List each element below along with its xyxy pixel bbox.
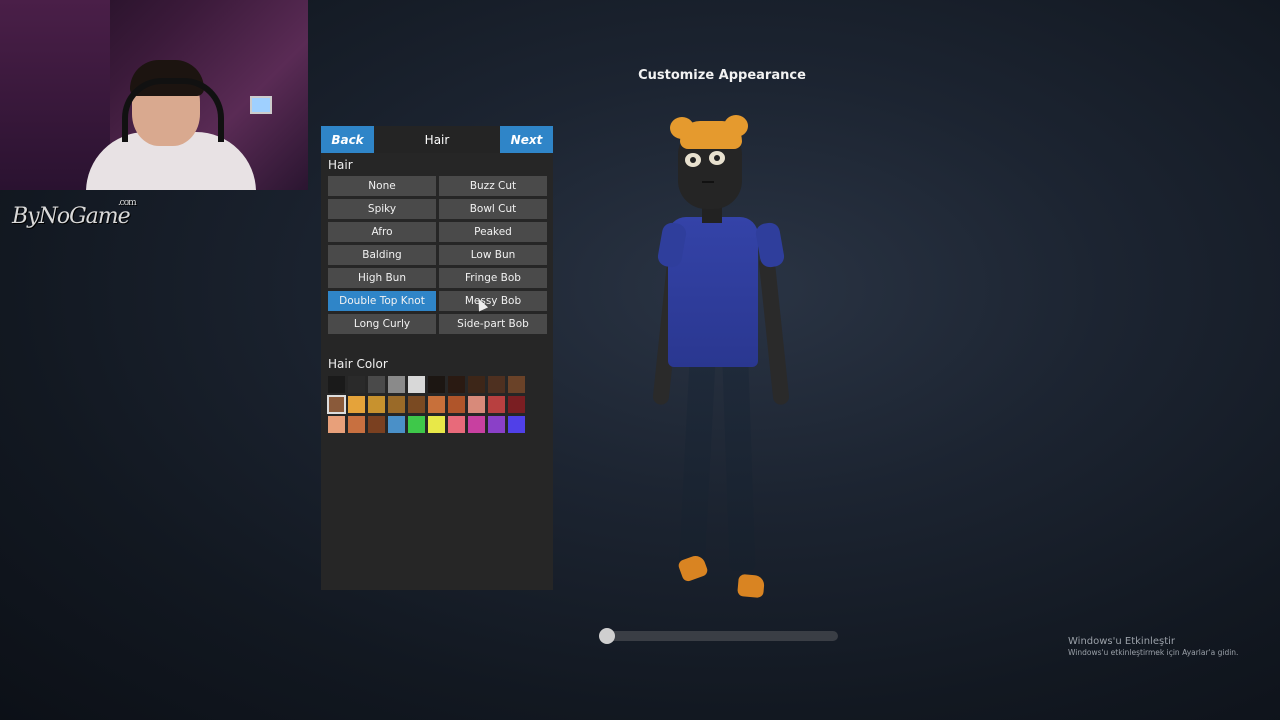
activation-title: Windows'u Etkinleştir xyxy=(1068,636,1176,647)
hair-color-grid xyxy=(327,376,525,433)
hair-color-swatch[interactable] xyxy=(408,416,425,433)
hair-option-low-bun[interactable]: Low Bun xyxy=(439,245,547,265)
hair-color-swatch[interactable] xyxy=(388,376,405,393)
hair-option-side-part-bob[interactable]: Side-part Bob xyxy=(439,314,547,334)
activation-subtitle: Windows'u etkinleştirmek için Ayarlar'a … xyxy=(1068,648,1239,657)
hair-color-swatch[interactable] xyxy=(488,376,505,393)
customization-panel: Back Hair Next Hair None Buzz Cut Spiky Bow… xyxy=(321,126,553,590)
hair-color-swatch[interactable] xyxy=(348,376,365,393)
character-hair-bun-left xyxy=(670,117,694,139)
hair-style-grid: None Buzz Cut Spiky Bowl Cut Afro Peaked Baldi… xyxy=(328,176,547,334)
windows-activation-notice: Windows'u Etkinleştir Windows'u etkinleş… xyxy=(1068,636,1238,657)
hair-option-afro[interactable]: Afro xyxy=(328,222,436,242)
character-preview[interactable] xyxy=(640,105,800,625)
hair-color-swatch[interactable] xyxy=(428,376,445,393)
hair-option-fringe-bob[interactable]: Fringe Bob xyxy=(439,268,547,288)
character-leg-right xyxy=(722,360,756,572)
character-shoe-right xyxy=(737,573,765,599)
rotation-slider[interactable] xyxy=(599,628,838,644)
hair-color-swatch[interactable] xyxy=(408,396,425,413)
hair-color-swatch[interactable] xyxy=(488,396,505,413)
hair-color-swatch[interactable] xyxy=(408,376,425,393)
hair-color-swatch[interactable] xyxy=(448,376,465,393)
character-arm-right xyxy=(758,254,790,406)
hair-option-bowl-cut[interactable]: Bowl Cut xyxy=(439,199,547,219)
panel-header: Back Hair Next xyxy=(321,126,553,153)
hair-color-swatch[interactable] xyxy=(328,416,345,433)
hair-option-balding[interactable]: Balding xyxy=(328,245,436,265)
hair-color-label: Hair Color xyxy=(328,357,388,371)
hair-color-swatch[interactable] xyxy=(508,416,525,433)
webcam-monitor xyxy=(250,96,272,114)
next-button[interactable]: Next xyxy=(500,126,553,153)
watermark-logo: ByNoGame .com xyxy=(12,198,137,229)
hair-color-swatch[interactable] xyxy=(327,395,346,414)
watermark-brand: ByNoGame xyxy=(12,204,131,229)
hair-color-swatch[interactable] xyxy=(348,416,365,433)
hair-color-swatch[interactable] xyxy=(348,396,365,413)
hair-color-swatch[interactable] xyxy=(368,396,385,413)
page-title: Customize Appearance xyxy=(638,68,806,83)
rotation-slider-thumb[interactable] xyxy=(599,628,616,644)
hair-color-swatch[interactable] xyxy=(468,396,485,413)
watermark-suffix: .com xyxy=(117,198,137,208)
hair-color-swatch[interactable] xyxy=(508,376,525,393)
hair-section-label: Hair xyxy=(328,158,353,172)
hair-color-swatch[interactable] xyxy=(508,396,525,413)
hair-color-swatch[interactable] xyxy=(368,376,385,393)
hair-option-peaked[interactable]: Peaked xyxy=(439,222,547,242)
hair-option-spiky[interactable]: Spiky xyxy=(328,199,436,219)
character-leg-left xyxy=(678,360,716,572)
headset-icon xyxy=(122,78,224,142)
hair-color-swatch[interactable] xyxy=(388,416,405,433)
hair-color-swatch[interactable] xyxy=(388,396,405,413)
hair-color-swatch[interactable] xyxy=(468,416,485,433)
hair-option-high-bun[interactable]: High Bun xyxy=(328,268,436,288)
hair-color-swatch[interactable] xyxy=(468,376,485,393)
hair-color-swatch[interactable] xyxy=(428,416,445,433)
webcam-overlay xyxy=(0,0,308,190)
character-hair-bun-right xyxy=(724,115,748,137)
hair-color-swatch[interactable] xyxy=(328,376,345,393)
character-eye-left xyxy=(685,153,701,167)
hair-option-double-top-knot[interactable]: Double Top Knot xyxy=(328,291,436,311)
hair-option-messy-bob[interactable]: Messy Bob xyxy=(439,291,547,311)
hair-color-swatch[interactable] xyxy=(368,416,385,433)
hair-color-swatch[interactable] xyxy=(448,396,465,413)
hair-option-none[interactable]: None xyxy=(328,176,436,196)
hair-option-buzz-cut[interactable]: Buzz Cut xyxy=(439,176,547,196)
hair-color-swatch[interactable] xyxy=(428,396,445,413)
back-button[interactable]: Back xyxy=(321,126,374,153)
hair-color-swatch[interactable] xyxy=(448,416,465,433)
hair-option-long-curly[interactable]: Long Curly xyxy=(328,314,436,334)
character-eye-right xyxy=(709,151,725,165)
character-mouth xyxy=(702,181,714,183)
hair-color-swatch[interactable] xyxy=(488,416,505,433)
panel-title: Hair xyxy=(424,132,450,147)
